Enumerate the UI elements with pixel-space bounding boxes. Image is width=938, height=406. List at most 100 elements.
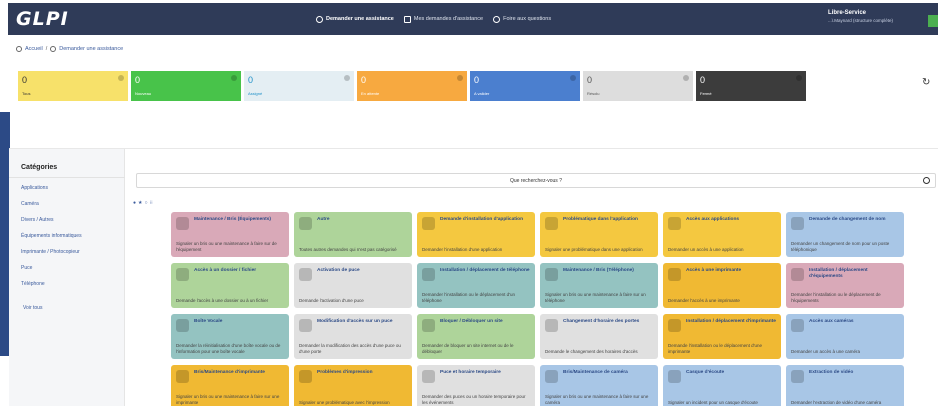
service-card[interactable]: Bloquer / Débloquer un site Demander de b… (417, 314, 535, 359)
service-card[interactable]: Changement d'horaire des portes Demande l… (540, 314, 658, 359)
status-icon (683, 75, 689, 81)
service-card[interactable]: Accès à un dossier / fichier Demande l'ac… (171, 263, 289, 308)
question-icon (493, 15, 501, 23)
see-all-link[interactable]: Voir tous (23, 305, 42, 311)
service-card[interactable]: Installation / déplacement d'imprimante D… (663, 314, 781, 359)
card-description: Demander l'installation ou le déplacemen… (422, 292, 516, 303)
service-card[interactable]: Puce et horaire temporaire Demander des p… (417, 365, 535, 406)
card-title: Installation / déplacement d'équipements (809, 268, 868, 279)
service-card[interactable]: Extraction de vidéo Demander l'extraction… (786, 365, 904, 406)
tile-count: 0 (587, 75, 593, 85)
breadcrumb-home[interactable]: Accueil (25, 46, 43, 52)
nav-faq[interactable]: Foire aux questions (493, 15, 551, 23)
breadcrumb: Accueil / Demander une assistance (16, 46, 123, 52)
category-applications[interactable]: Applications (21, 185, 48, 191)
status-tile[interactable]: 0 En attente (357, 71, 467, 101)
service-card[interactable]: Installation / déplacement de téléphone D… (417, 263, 535, 308)
main-nav: Demander une assistance Mes demandes d'a… (316, 3, 551, 35)
refresh-icon[interactable]: ↻ (922, 77, 930, 88)
service-card[interactable]: Bris/Maintenance d'imprimante Signaler un… (171, 365, 289, 406)
service-card[interactable]: Modification d'accès sur un puce Demander… (294, 314, 412, 359)
home-icon (16, 46, 22, 52)
card-description: Demander un accès à une caméra (791, 349, 861, 354)
radio-view-icon[interactable]: ● (133, 200, 136, 206)
nav-request-assistance[interactable]: Demander une assistance (316, 15, 394, 23)
card-description: Demander l'extraction de vidéo d'une cam… (791, 400, 882, 405)
tools-icon (545, 370, 558, 383)
view-selector[interactable]: ● ★ ○ ⁝⁝ (133, 200, 153, 206)
card-description: Demande l'installation ou le déplacement… (668, 343, 763, 354)
service-card[interactable]: Maintenance / Bris (Équipements) Signaler… (171, 212, 289, 257)
tile-label: Fermé (700, 91, 712, 96)
card-title: Bris/Maintenance de caméra (563, 370, 628, 375)
status-tile[interactable]: 0 A valider (470, 71, 580, 101)
card-title: Accès à un dossier / fichier (194, 268, 257, 273)
status-tile[interactable]: 0 Tous (18, 71, 128, 101)
card-title: Maintenance / Bris (Téléphone) (563, 268, 634, 273)
card-title: Problématique dans l'application (563, 217, 638, 222)
user-avatar-button[interactable] (928, 15, 938, 27)
card-description: Signaler un bris ou une maintenance à fa… (176, 241, 277, 252)
headset-icon (668, 370, 681, 383)
card-title: Changement d'horaire des portes (563, 319, 640, 324)
printer-icon (299, 370, 312, 383)
service-card[interactable]: Installation / déplacement d'équipements… (786, 263, 904, 308)
star-icon[interactable]: ★ (138, 200, 142, 206)
status-tile[interactable]: 0 Résolu (583, 71, 693, 101)
service-card[interactable]: Activation de puce Demande l'activation d… (294, 263, 412, 308)
tools-icon (545, 268, 558, 281)
camera-icon (791, 319, 804, 332)
category-printer[interactable]: Imprimante / Photocopieur (21, 249, 80, 255)
nav-my-requests[interactable]: Mes demandes d'assistance (403, 15, 483, 23)
circle-icon[interactable]: ○ (145, 200, 148, 206)
card-description: Demander la modification des accès d'une… (299, 343, 401, 354)
category-phone[interactable]: Téléphone (21, 281, 45, 287)
lifebuoy-icon (316, 15, 323, 23)
search-icon[interactable] (923, 177, 930, 184)
category-camera[interactable]: Caméra (21, 201, 39, 207)
search-input[interactable]: Que recherchez-vous ? (136, 173, 936, 188)
status-tile[interactable]: 0 Fermé (696, 71, 806, 101)
card-title: Demande d'installation d'application (440, 217, 524, 222)
glpi-logo[interactable]: GLPI (16, 8, 69, 30)
grid-icon[interactable]: ⁝⁝ (150, 200, 153, 206)
question-icon (299, 217, 312, 230)
service-card[interactable]: Casque d'écoute Signaler un incident pour… (663, 365, 781, 406)
service-card[interactable]: Autre Toutes autres demandes qui n'est pa… (294, 212, 412, 257)
service-card[interactable]: Maintenance / Bris (Téléphone) Signaler u… (540, 263, 658, 308)
service-cards-grid: Maintenance / Bris (Équipements) Signaler… (171, 212, 904, 406)
tile-count: 0 (248, 75, 254, 85)
service-card[interactable]: Demande de changement de nom Demander un … (786, 212, 904, 257)
card-title: Puce et horaire temporaire (440, 370, 501, 375)
card-description: Demander des puces ou un horaire tempora… (422, 394, 526, 405)
service-card[interactable]: Accès à une imprimante Demander l'accès à… (663, 263, 781, 308)
service-card[interactable]: Boîte Vocale Demander la réinitialisation… (171, 314, 289, 359)
edit-icon (791, 217, 804, 230)
tools-icon (545, 217, 558, 230)
service-card[interactable]: Problématique dans l'application Signaler… (540, 212, 658, 257)
video-icon (791, 370, 804, 383)
category-misc[interactable]: Divers / Autres (21, 217, 54, 223)
service-card[interactable]: Accès aux caméras Demander un accès à une… (786, 314, 904, 359)
service-card[interactable]: Bris/Maintenance de caméra Signaler un br… (540, 365, 658, 406)
card-description: Demander un accès à une application (668, 247, 744, 252)
category-chip[interactable]: Puce (21, 265, 32, 271)
category-it-equipment[interactable]: Équipements informatiques (21, 233, 82, 239)
tile-label: Assigné (248, 91, 263, 96)
service-card[interactable]: Demande d'installation d'application Dema… (417, 212, 535, 257)
voicemail-icon (176, 319, 189, 332)
printer-icon (176, 370, 189, 383)
edit-icon (299, 319, 312, 332)
user-menu[interactable]: Libre-Service ...\.Maynard (structure co… (828, 9, 893, 25)
search-placeholder: Que recherchez-vous ? (510, 178, 562, 184)
service-card[interactable]: Problèmes d'impression Signaler une probl… (294, 365, 412, 406)
status-tile[interactable]: 0 Assigné (244, 71, 354, 101)
service-card[interactable]: Accès aux applications Demander un accès … (663, 212, 781, 257)
list-icon (403, 15, 411, 23)
card-description: Signaler une problématique dans une appl… (545, 247, 643, 252)
tile-label: A valider (474, 91, 490, 96)
nav-label: Demander une assistance (326, 16, 394, 22)
breadcrumb-current[interactable]: Demander une assistance (59, 46, 123, 52)
status-tile[interactable]: 0 Nouveau (131, 71, 241, 101)
status-icon (570, 75, 576, 81)
